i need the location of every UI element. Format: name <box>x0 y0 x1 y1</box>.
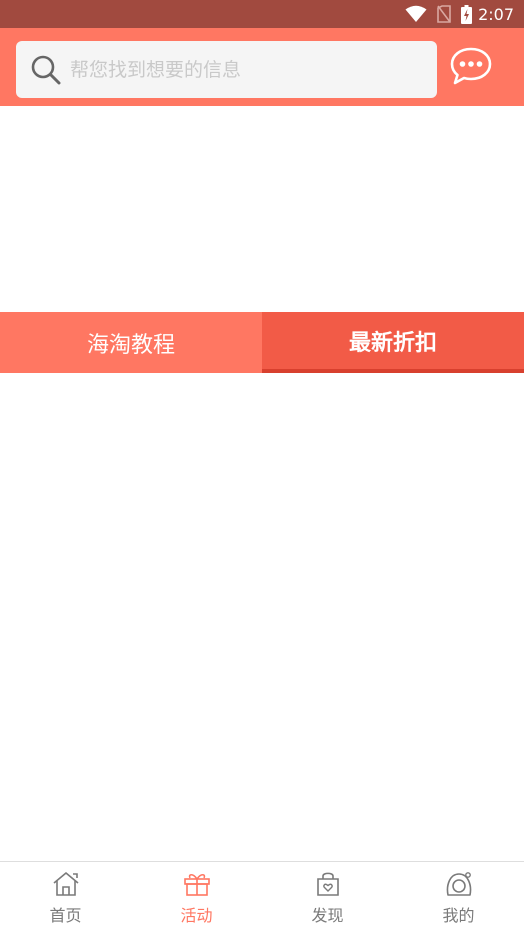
status-icons: 2:07 <box>405 0 514 28</box>
content-area <box>0 373 524 861</box>
tab-label: 最新折扣 <box>348 330 437 356</box>
nav-item-mine[interactable]: 我的 <box>393 862 524 931</box>
message-button[interactable] <box>448 46 498 88</box>
no-sim-icon <box>437 5 451 23</box>
nav-item-home[interactable]: 首页 <box>0 862 131 931</box>
chat-bubble-icon <box>448 47 494 90</box>
nav-label: 活动 <box>180 906 213 925</box>
bottom-nav: 首页 活动 发现 我的 <box>0 861 524 931</box>
wifi-icon <box>405 5 427 23</box>
status-time: 2:07 <box>478 4 514 24</box>
tab-bar: 海淘教程 最新折扣 <box>0 312 524 373</box>
search-icon <box>31 55 61 89</box>
home-icon <box>52 870 80 898</box>
user-icon <box>445 870 473 898</box>
battery-charging-icon <box>461 4 473 24</box>
gift-icon <box>183 870 211 898</box>
tab-latest-discounts[interactable]: 最新折扣 <box>262 312 524 373</box>
status-bar: 2:07 <box>0 0 524 28</box>
nav-label: 首页 <box>49 906 82 925</box>
header <box>0 28 524 106</box>
nav-item-discover[interactable]: 发现 <box>262 862 393 931</box>
nav-label: 发现 <box>311 906 344 925</box>
tab-label: 海淘教程 <box>86 332 175 358</box>
search-input[interactable] <box>70 41 420 98</box>
shopping-bag-icon <box>314 870 342 898</box>
nav-item-activity[interactable]: 活动 <box>131 862 262 931</box>
tab-tutorials[interactable]: 海淘教程 <box>0 312 262 373</box>
banner-area <box>0 106 524 312</box>
search-box[interactable] <box>16 41 437 98</box>
nav-label: 我的 <box>442 906 475 925</box>
